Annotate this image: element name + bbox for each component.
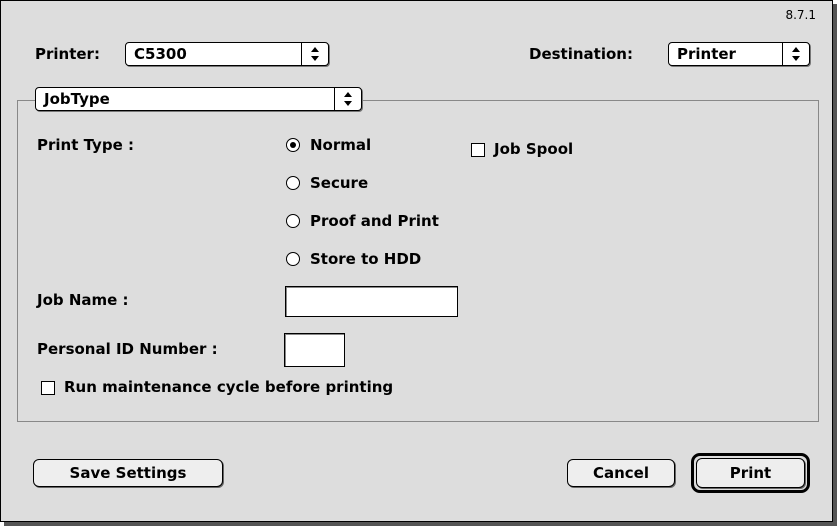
maintenance-label: Run maintenance cycle before printing xyxy=(64,378,394,396)
radio-proof-and-print[interactable] xyxy=(286,214,300,228)
version-label: 8.7.1 xyxy=(785,8,816,22)
radio-normal-label: Normal xyxy=(310,136,372,154)
job-name-input[interactable] xyxy=(285,286,458,317)
radio-normal[interactable] xyxy=(286,138,300,152)
popup-arrows-icon xyxy=(301,43,328,65)
job-name-label: Job Name : xyxy=(37,291,129,309)
print-type-label: Print Type : xyxy=(37,136,134,154)
panel-popup-value: JobType xyxy=(44,90,110,108)
pin-input[interactable] xyxy=(284,333,345,367)
pin-label: Personal ID Number : xyxy=(37,340,218,358)
maintenance-checkbox[interactable] xyxy=(41,381,55,395)
radio-secure[interactable] xyxy=(286,176,300,190)
radio-store-to-hdd[interactable] xyxy=(286,252,300,266)
destination-value: Printer xyxy=(677,45,736,63)
printer-popup[interactable]: C5300 xyxy=(125,42,329,66)
print-dialog: 8.7.1 Printer: C5300 Destination: Printe… xyxy=(0,0,833,522)
radio-proof-and-print-label: Proof and Print xyxy=(310,212,439,230)
panel-popup[interactable]: JobType xyxy=(35,87,362,111)
printer-label: Printer: xyxy=(35,45,100,63)
cancel-button[interactable]: Cancel xyxy=(567,459,675,487)
destination-popup[interactable]: Printer xyxy=(668,42,810,66)
destination-label: Destination: xyxy=(529,45,633,63)
radio-store-to-hdd-label: Store to HDD xyxy=(310,250,422,268)
popup-arrows-icon xyxy=(782,43,809,65)
job-spool-checkbox[interactable] xyxy=(471,143,485,157)
print-button[interactable]: Print xyxy=(696,458,805,488)
save-settings-button[interactable]: Save Settings xyxy=(33,459,223,487)
radio-secure-label: Secure xyxy=(310,174,369,192)
printer-value: C5300 xyxy=(134,45,187,63)
popup-arrows-icon xyxy=(334,88,361,110)
job-spool-label: Job Spool xyxy=(494,140,574,158)
